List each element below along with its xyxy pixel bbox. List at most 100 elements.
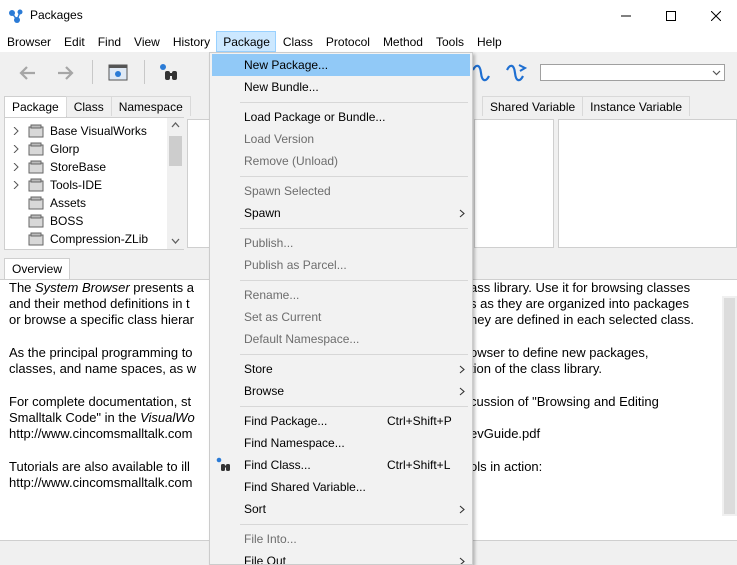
menu-tools[interactable]: Tools xyxy=(429,31,470,52)
scroll-down-icon[interactable] xyxy=(171,238,180,244)
menu-separator xyxy=(240,102,468,103)
refactor-arrow-icon[interactable] xyxy=(505,62,527,84)
tab-package[interactable]: Package xyxy=(4,96,67,117)
scroll-up-icon[interactable] xyxy=(171,122,180,128)
menu-help[interactable]: Help xyxy=(470,31,508,52)
browser-window-icon[interactable] xyxy=(107,62,129,84)
menu-item-label: Find Class... xyxy=(244,458,311,472)
overview-text-span: tion of the class library. xyxy=(470,361,602,376)
overview-link[interactable]: http://www.cincomsmalltalk.com xyxy=(9,426,193,441)
overview-text-span: presents a xyxy=(129,280,194,295)
chevron-right-icon[interactable] xyxy=(12,145,20,153)
menu-bar: Browser Edit Find View History Package C… xyxy=(0,31,737,52)
menu-item-load-version: Load Version xyxy=(212,128,470,150)
package-tree[interactable]: Base VisualWorks Glorp StoreBase Tools-I… xyxy=(4,117,184,250)
menu-item-label: Load Version xyxy=(244,132,315,146)
menu-item-file-out[interactable]: File Out xyxy=(212,550,470,564)
overview-text-span: ols in action: xyxy=(470,459,543,474)
menu-item-default-namespace: Default Namespace... xyxy=(212,328,470,350)
tab-overview[interactable]: Overview xyxy=(4,258,71,279)
menu-item-spawn-selected: Spawn Selected xyxy=(212,180,470,202)
back-arrow-icon[interactable] xyxy=(17,62,39,84)
package-icon xyxy=(28,142,44,156)
menu-edit[interactable]: Edit xyxy=(57,31,91,52)
menu-item-spawn[interactable]: Spawn xyxy=(212,202,470,224)
menu-item-label: New Package... xyxy=(244,58,329,72)
menu-item-set-current: Set as Current xyxy=(212,306,470,328)
menu-class[interactable]: Class xyxy=(276,31,319,52)
tree-item[interactable]: Tools-IDE xyxy=(5,176,175,194)
tree-item-label: Assets xyxy=(50,196,87,210)
menu-browser[interactable]: Browser xyxy=(0,31,57,52)
package-icon xyxy=(28,178,44,192)
chevron-right-icon[interactable] xyxy=(12,127,20,135)
menu-method[interactable]: Method xyxy=(376,31,429,52)
menu-item-find-class[interactable]: Find Class... Ctrl+Shift+L xyxy=(212,454,470,476)
chevron-right-icon xyxy=(459,557,465,564)
menu-item-label: Find Package... xyxy=(244,414,328,428)
menu-package[interactable]: Package xyxy=(216,31,276,52)
package-icon xyxy=(28,196,44,210)
overview-text-span: hey are defined in each selected class. xyxy=(470,312,695,327)
menu-view[interactable]: View xyxy=(127,31,166,52)
chevron-right-icon[interactable] xyxy=(12,163,20,171)
tree-item-label: BOSS xyxy=(50,214,84,228)
menu-item-file-into: File Into... xyxy=(212,528,470,550)
menu-item-find-shared-variable[interactable]: Find Shared Variable... xyxy=(212,476,470,498)
menu-separator xyxy=(240,280,468,281)
scrollbar-thumb[interactable] xyxy=(169,136,182,166)
close-button[interactable] xyxy=(693,0,737,31)
menu-item-store[interactable]: Store xyxy=(212,358,470,380)
search-combo[interactable] xyxy=(540,64,725,81)
overview-link[interactable]: evGuide.pdf xyxy=(470,426,540,442)
tree-item[interactable]: BOSS xyxy=(5,212,175,230)
overview-text-span: or browse a specific class hierar xyxy=(9,312,194,327)
menu-history[interactable]: History xyxy=(166,31,216,52)
protocol-list-pane[interactable] xyxy=(474,119,554,248)
menu-item-load-package[interactable]: Load Package or Bundle... xyxy=(212,106,470,128)
chevron-right-icon[interactable] xyxy=(12,181,20,189)
menu-find[interactable]: Find xyxy=(91,31,127,52)
tab-shared-variable[interactable]: Shared Variable xyxy=(482,96,584,116)
tree-item-label: Tools-IDE xyxy=(50,178,103,192)
chevron-right-icon xyxy=(459,209,465,218)
tree-scrollbar[interactable] xyxy=(167,118,184,249)
binoculars-icon xyxy=(216,457,230,471)
app-icon xyxy=(9,9,23,23)
maximize-icon xyxy=(666,10,676,21)
menu-protocol[interactable]: Protocol xyxy=(319,31,376,52)
tree-item[interactable]: Base VisualWorks xyxy=(5,122,175,140)
menu-item-new-package[interactable]: New Package... xyxy=(212,54,470,76)
method-list-pane[interactable] xyxy=(558,119,737,248)
menu-item-label: Set as Current xyxy=(244,310,322,324)
menu-item-label: Store xyxy=(244,362,273,376)
refactor-icon[interactable] xyxy=(470,62,492,84)
overview-text-span: ass library. Use it for browsing classes xyxy=(470,280,691,295)
tree-item[interactable]: Glorp xyxy=(5,140,175,158)
tab-namespace[interactable]: Namespace xyxy=(110,96,191,116)
overview-text-span: cussion of "Browsing and Editing xyxy=(470,394,659,409)
tree-item[interactable]: Assets xyxy=(5,194,175,212)
menu-item-find-package[interactable]: Find Package... Ctrl+Shift+P xyxy=(212,410,470,432)
tree-item[interactable]: Compression-ZLib xyxy=(5,230,175,248)
minimize-button[interactable] xyxy=(603,0,649,31)
tree-item[interactable]: StoreBase xyxy=(5,158,175,176)
menu-item-sort[interactable]: Sort xyxy=(212,498,470,520)
overview-link[interactable]: http://www.cincomsmalltalk.com xyxy=(9,475,193,490)
maximize-button[interactable] xyxy=(648,0,694,31)
menu-item-find-namespace[interactable]: Find Namespace... xyxy=(212,432,470,454)
menu-item-browse[interactable]: Browse xyxy=(212,380,470,402)
binoculars-icon[interactable] xyxy=(158,62,180,84)
tab-class[interactable]: Class xyxy=(65,96,112,116)
tree-item-label: Compression-ZLib xyxy=(50,232,149,246)
menu-item-new-bundle[interactable]: New Bundle... xyxy=(212,76,470,98)
title-bar: Packages xyxy=(0,0,737,31)
menu-item-label: Spawn Selected xyxy=(244,184,331,198)
chevron-right-icon xyxy=(459,387,465,396)
menu-separator xyxy=(240,524,468,525)
package-menu-dropdown: New Package... New Bundle... Load Packag… xyxy=(209,52,473,565)
tab-instance-variable[interactable]: Instance Variable xyxy=(582,96,691,116)
overview-text-span: As the principal programming to xyxy=(9,345,193,360)
menu-item-shortcut: Ctrl+Shift+P xyxy=(387,414,452,428)
forward-arrow-icon[interactable] xyxy=(54,62,76,84)
